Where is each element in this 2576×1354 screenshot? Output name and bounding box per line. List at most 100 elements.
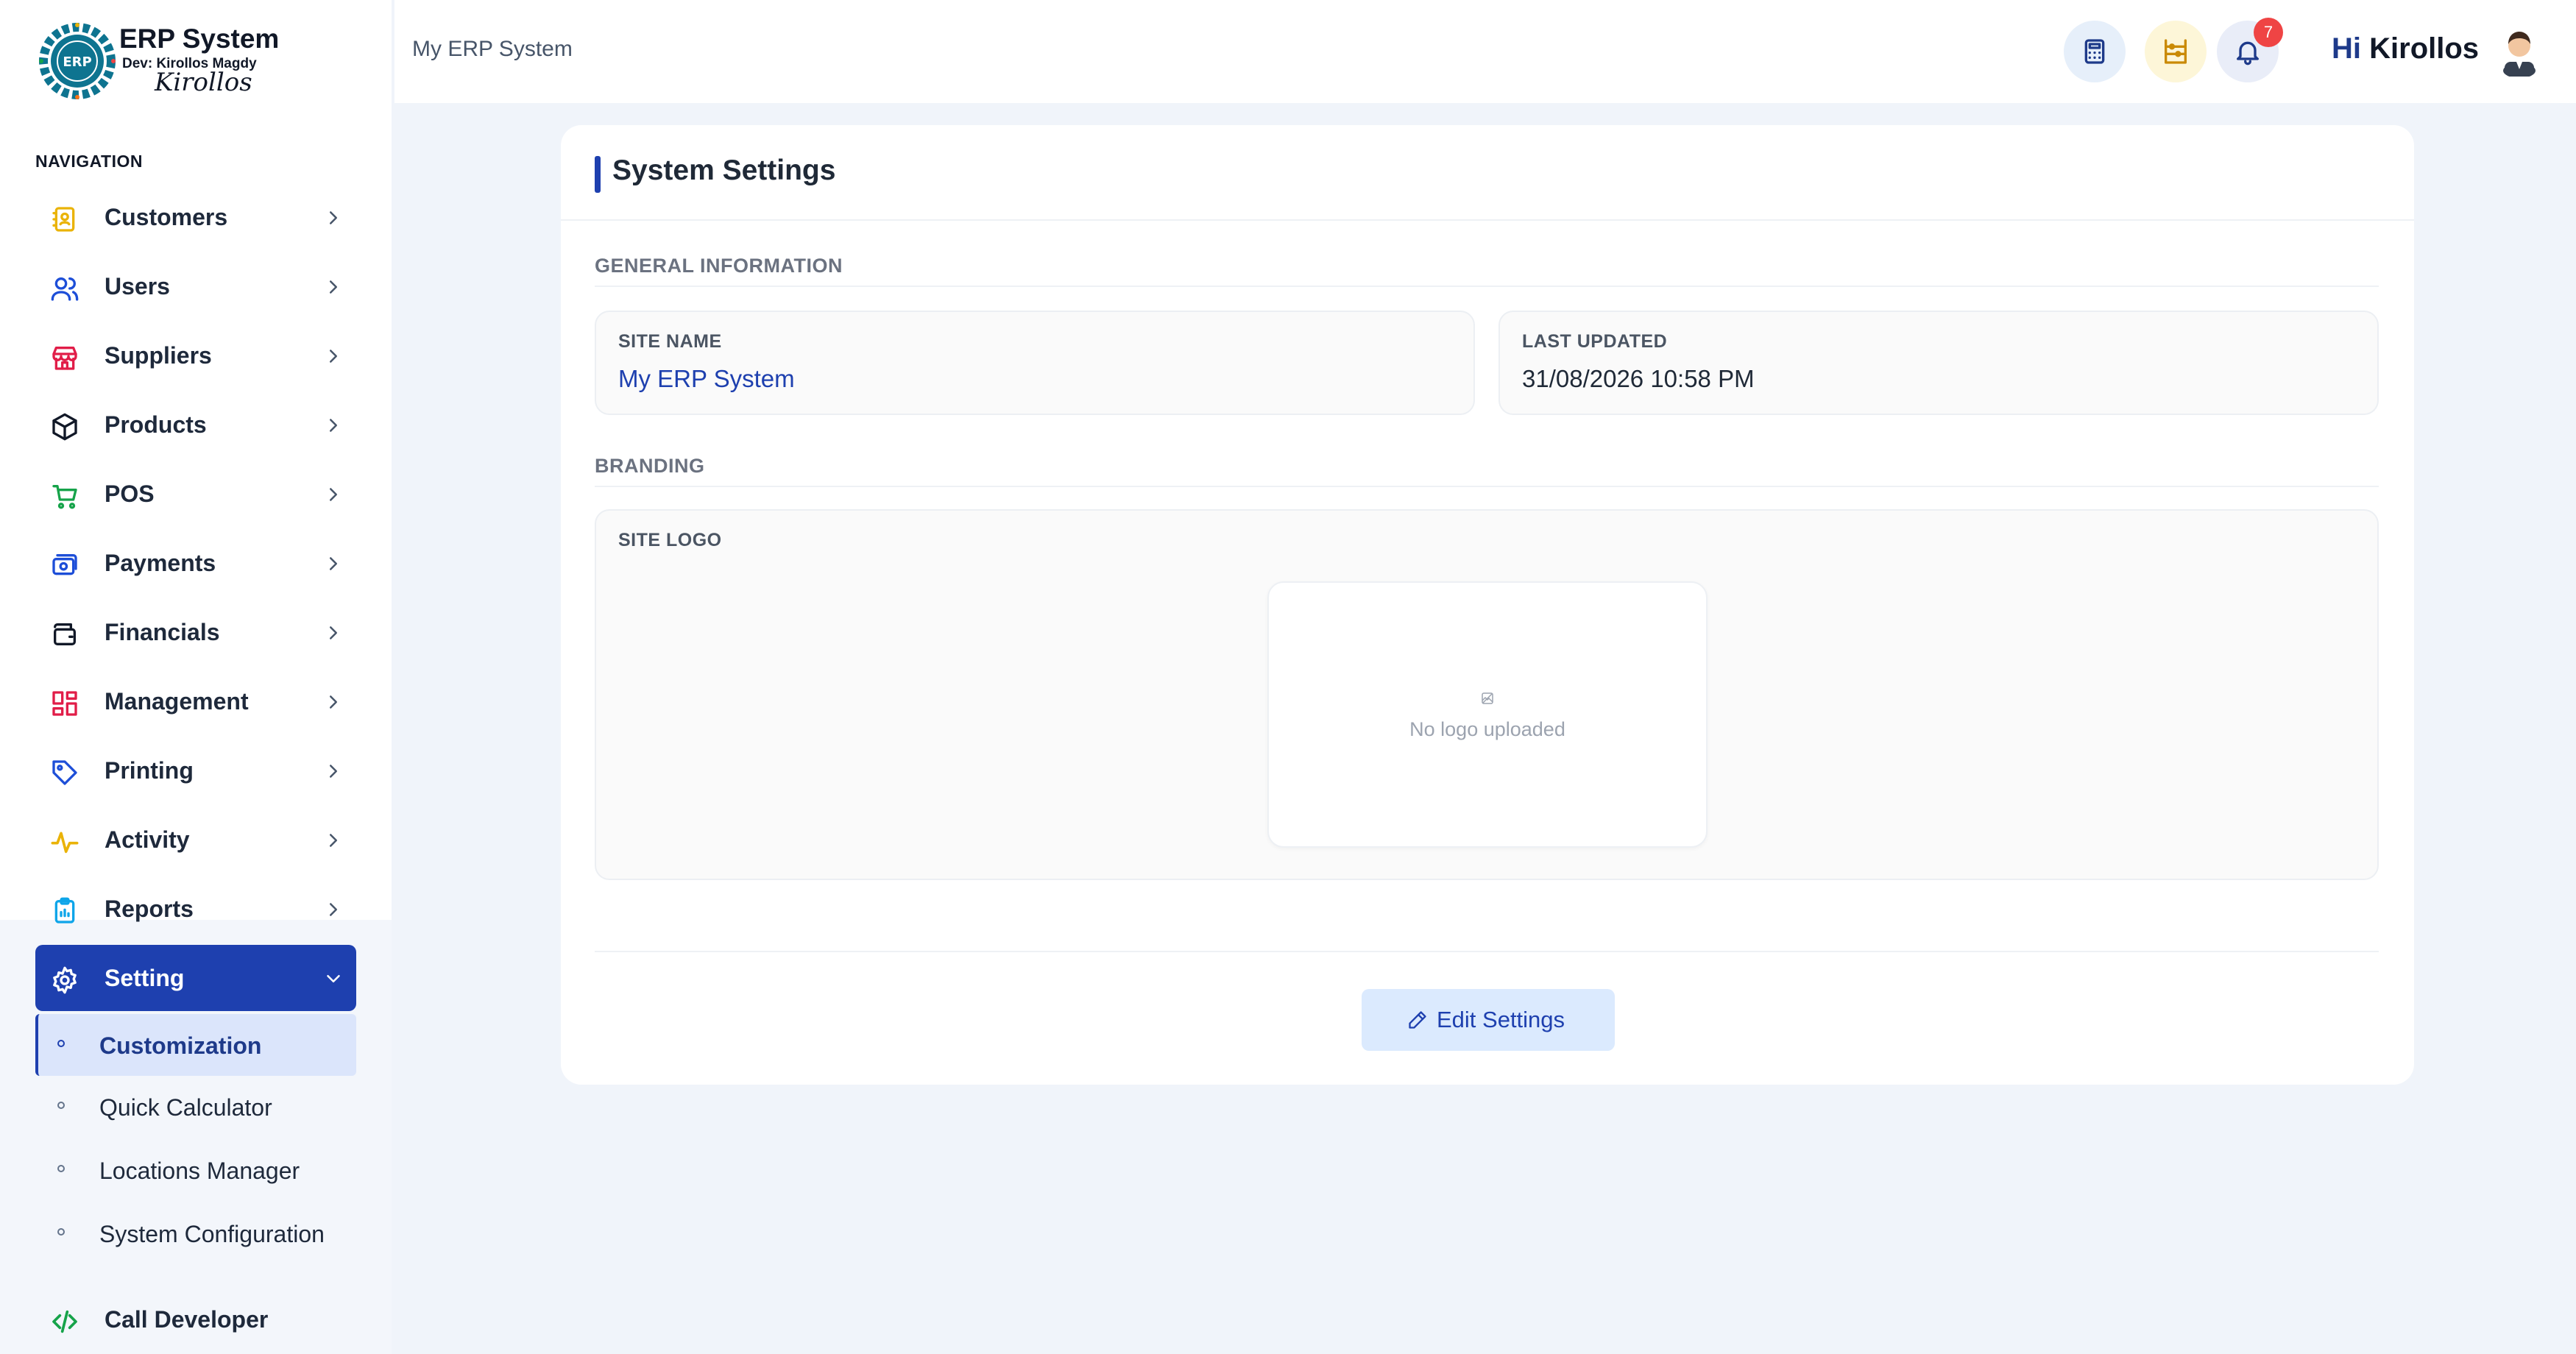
last-updated-value: 31/08/2026 10:58 PM (1522, 365, 1755, 392)
greeting-name: Kirollos (2369, 32, 2480, 65)
sidebar-item-customers[interactable]: Customers (35, 184, 356, 250)
brand[interactable]: ERP ERP System Dev: Kirollos Magdy Kirol… (37, 21, 287, 109)
sidebar-item-label: Customers (105, 204, 228, 230)
brand-title: ERP System (119, 24, 280, 54)
system-settings-card: System Settings GENERAL INFORMATION SITE… (561, 125, 2414, 1085)
chevron-down-icon (327, 975, 340, 982)
chevron-right-icon (330, 903, 337, 916)
sidebar-item-label: Printing (105, 757, 194, 784)
sidebar-item-label: Management (105, 688, 249, 715)
sidebar-item-reports[interactable]: Reports (35, 876, 356, 942)
chevron-right-icon (330, 557, 337, 570)
gear-icon (53, 966, 77, 994)
calculator-button[interactable] (2064, 21, 2126, 82)
notifications-button[interactable]: 7 (2217, 18, 2283, 82)
chevron-right-icon (330, 488, 337, 501)
site-name-value: My ERP System (618, 365, 795, 392)
code-icon (52, 1310, 77, 1333)
sidebar-item-pos[interactable]: POS (35, 461, 356, 527)
chevron-right-icon (330, 211, 337, 224)
box-icon (52, 413, 77, 441)
section-divider (595, 486, 2379, 487)
sidebar-item-setting[interactable]: Setting (35, 945, 356, 1011)
greeting-hi: Hi (2332, 32, 2361, 65)
abacus-button[interactable] (2145, 21, 2207, 82)
avatar[interactable] (2495, 25, 2544, 77)
brand-gear-logo-icon: ERP (39, 23, 116, 99)
site-name-label: SITE NAME (618, 331, 722, 352)
card-header: System Settings (561, 125, 2414, 221)
sidebar-item-payments[interactable]: Payments (35, 530, 356, 596)
sidebar-item-label: POS (105, 481, 155, 507)
sidebar-item-label: Call Developer (105, 1306, 269, 1333)
abacus-icon (2165, 39, 2187, 64)
edit-settings-button[interactable]: Edit Settings (1362, 989, 1615, 1051)
sidebar-item-label: Users (105, 273, 170, 299)
wallet-icon (54, 623, 76, 645)
submenu-item-system-configuration[interactable]: System Configuration (35, 1202, 356, 1264)
bullet-icon (57, 1040, 65, 1047)
title-accent-bar (595, 156, 601, 193)
brand-logo-text: ERP (63, 54, 91, 70)
submenu-item-label: Quick Calculator (99, 1094, 272, 1121)
header-title: My ERP System (412, 37, 573, 61)
section-label-branding: BRANDING (595, 455, 705, 477)
activity-pulse-icon (51, 832, 79, 854)
contact-book-icon (52, 207, 75, 232)
chevron-right-icon (330, 834, 337, 847)
sidebar-item-label: Suppliers (105, 342, 212, 369)
edit-settings-label: Edit Settings (1437, 1007, 1565, 1032)
user-greeting[interactable]: Hi Kirollos (2332, 32, 2479, 65)
sidebar-item-suppliers[interactable]: Suppliers (35, 322, 356, 389)
sidebar-item-label: Financials (105, 619, 220, 645)
dashboard-grid-icon (52, 691, 77, 716)
site-logo-panel: SITE LOGO No logo uploaded (595, 509, 2379, 880)
sidebar-item-management[interactable]: Management (35, 668, 356, 734)
chevron-right-icon (330, 765, 337, 778)
logo-preview: No logo uploaded (1267, 581, 1708, 848)
no-logo-text: No logo uploaded (1409, 718, 1565, 740)
sidebar-item-label: Payments (105, 550, 216, 576)
sidebar-item-label: Activity (105, 826, 190, 853)
sidebar-item-label: Setting (105, 965, 185, 991)
chevron-right-icon (330, 350, 337, 363)
chevron-right-icon (330, 419, 337, 432)
sidebar-item-label: Products (105, 411, 207, 438)
bullet-icon (57, 1102, 65, 1109)
page-title: System Settings (612, 155, 836, 186)
sidebar-item-financials[interactable]: Financials (35, 599, 356, 665)
submenu-item-label: Customization (99, 1032, 262, 1059)
payment-card-icon (52, 554, 77, 575)
sidebar: ERP ERP System Dev: Kirollos Magdy Kirol… (0, 0, 392, 1354)
site-name-field: SITE NAME My ERP System (595, 311, 1475, 415)
top-header: My ERP System 7 Hi Kirollos (394, 0, 2576, 103)
last-updated-label: LAST UPDATED (1522, 331, 1668, 352)
tag-icon (52, 760, 77, 785)
last-updated-field: LAST UPDATED 31/08/2026 10:58 PM (1498, 311, 2379, 415)
chevron-right-icon (330, 280, 337, 294)
submenu-item-locations-manager[interactable]: Locations Manager (35, 1139, 356, 1201)
submenu-item-label: System Configuration (99, 1221, 325, 1247)
calculator-icon (2084, 39, 2105, 64)
submenu-item-quick-calculator[interactable]: Quick Calculator (35, 1076, 356, 1138)
chevron-right-icon (330, 626, 337, 639)
footer-divider (595, 951, 2379, 952)
nav-heading: NAVIGATION (35, 152, 143, 171)
chevron-right-icon (330, 695, 337, 709)
sidebar-item-label: Reports (105, 896, 194, 922)
sidebar-item-products[interactable]: Products (35, 391, 356, 458)
submenu-item-customization[interactable]: Customization (35, 1014, 356, 1076)
sidebar-item-printing[interactable]: Printing (35, 737, 356, 804)
users-icon (51, 277, 79, 301)
sidebar-item-call-developer[interactable]: Call Developer (35, 1286, 356, 1353)
sidebar-item-users[interactable]: Users (35, 253, 356, 319)
brand-signature: Kirollos (155, 68, 252, 97)
bullet-icon (57, 1165, 65, 1172)
broken-image-icon (1482, 692, 1493, 704)
cart-icon (52, 485, 77, 509)
bullet-icon (57, 1228, 65, 1236)
pencil-icon (1409, 1011, 1426, 1029)
clipboard-icon (54, 897, 75, 924)
notification-count-badge: 7 (2254, 18, 2283, 47)
sidebar-item-activity[interactable]: Activity (35, 807, 356, 873)
